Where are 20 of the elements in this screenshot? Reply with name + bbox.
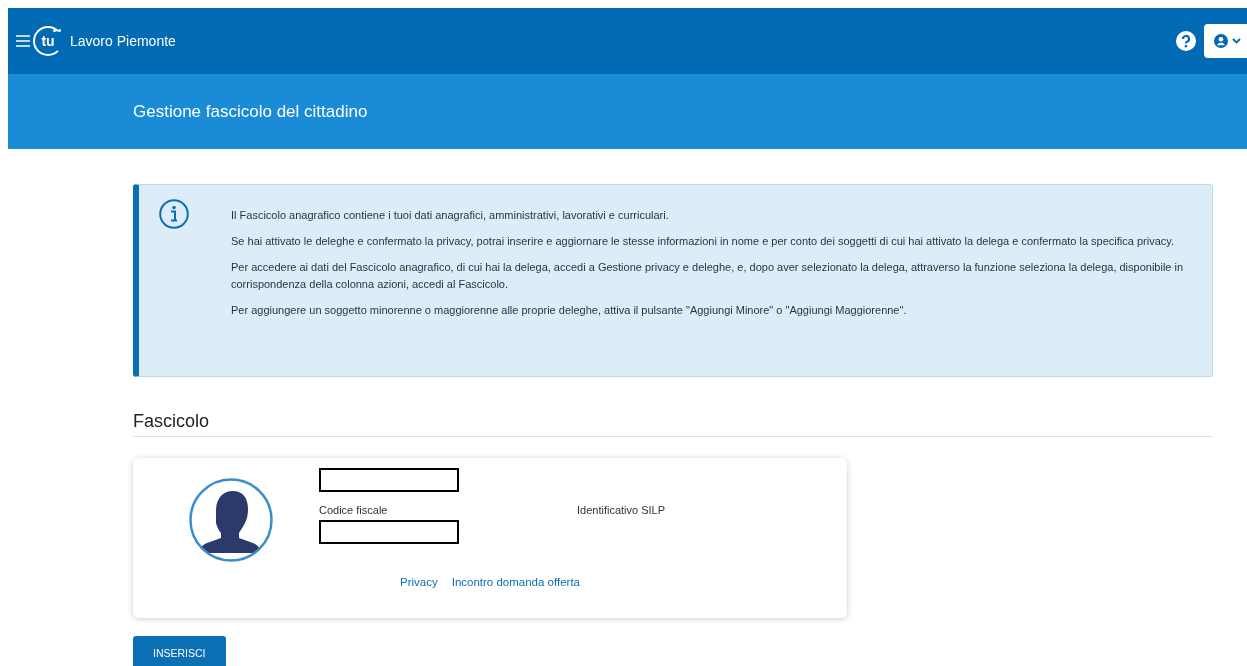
info-paragraph: Per aggiungere un soggetto minorenne o maggiorenne alle proprie deleghe, attiva il pulsante "Aggiungi Minore" o "Aggiungi Maggiorenne".: [231, 303, 908, 318]
info-paragraph: Il Fascicolo anagrafico contiene i tuoi dati anagrafici, amministrativi, lavorativi e curriculari.: [231, 208, 670, 223]
field-label: Identificativo SILP: [577, 504, 667, 516]
user-menu-button[interactable]: [1204, 24, 1247, 58]
info-paragraph: Per accedere ai dati del Fascicolo anagrafico, di cui hai la delega, accedi a Gestione privacy e deleghe, e, dopo aver selezionato la delega, attraverso la funzione seleziona la delega, disponibile in corrispondenza della colonna azioni, accedi al Fascicolo.: [231, 260, 1185, 292]
info-paragraph: Se hai attivato le deleghe e confermato la privacy, potrai inserire e aggiornare le stesse informazioni in nome e per conto dei soggetti di cui hai attivato la delega e confermato la specifica privacy.: [231, 234, 1176, 249]
help-icon[interactable]: [1176, 31, 1196, 51]
info-icon: [159, 199, 189, 229]
link[interactable]: Incontro domanda offerta: [451, 576, 580, 588]
caret-icon: [1232, 38, 1241, 44]
avatar-icon: [189, 478, 273, 562]
logo[interactable]: tu: [33, 26, 63, 56]
field-label: Codice fiscale: [319, 504, 389, 516]
page-title: Gestione fascicolo del cittadino: [133, 101, 368, 122]
app-name[interactable]: Lavoro Piemonte: [70, 33, 176, 49]
menu-icon[interactable]: [16, 35, 30, 47]
section-heading: Fascicolo: [133, 411, 1213, 437]
insert-button[interactable]: INSERISCI: [133, 636, 226, 666]
link[interactable]: Privacy: [400, 576, 438, 588]
user-icon: [1214, 34, 1228, 48]
